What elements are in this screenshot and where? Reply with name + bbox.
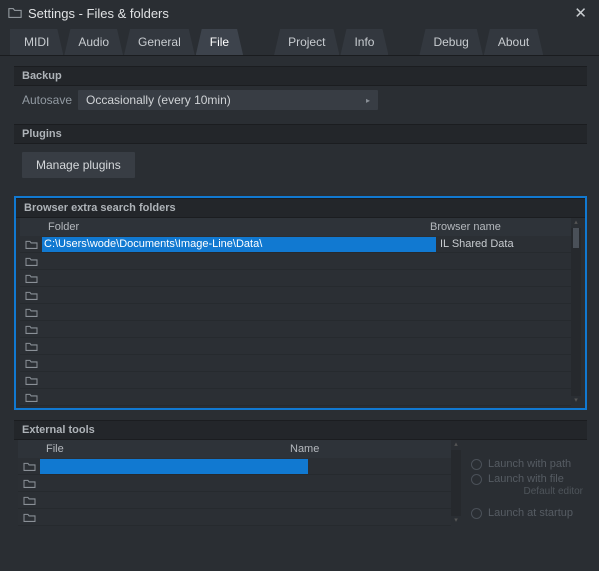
browser-folder-row[interactable] [20,321,571,338]
col-ext-name: Name [286,443,441,455]
launch-with-file-option[interactable]: Launch with file [471,473,583,485]
folder-path [42,373,436,388]
close-icon[interactable]: ✕ [570,2,591,24]
col-folder: Folder [20,221,426,233]
browser-folder-row[interactable] [20,372,571,389]
external-tools-list[interactable]: File Name [18,440,451,526]
autosave-label: Autosave [22,93,72,107]
radio-icon [471,459,482,470]
launch-at-startup-option[interactable]: Launch at startup [471,507,583,519]
browser-folder-row[interactable] [20,389,571,406]
folder-path [42,322,436,337]
folder-path: C:\Users\wode\Documents\Image-Line\Data\ [42,237,436,252]
radio-icon [471,508,482,519]
scroll-down-icon[interactable]: ▾ [571,396,581,406]
external-tool-row[interactable] [18,492,451,509]
external-options: Launch with path Launch with file Defaul… [471,440,583,526]
folder-path [42,356,436,371]
folder-icon [20,392,42,403]
folder-icon [20,239,42,250]
external-list-header: File Name [18,440,451,458]
section-browser: Browser extra search folders Folder Brow… [14,196,587,410]
folder-path [42,339,436,354]
tool-file [40,510,308,525]
browser-list-header: Folder Browser name [20,218,571,236]
folder-icon [20,290,42,301]
browser-folder-row[interactable] [20,304,571,321]
folder-icon [20,324,42,335]
folder-path [42,271,436,286]
tool-file [40,476,308,491]
autosave-dropdown[interactable]: Occasionally (every 10min) ▸ [78,90,378,110]
col-file: File [18,443,286,455]
folder-path [42,305,436,320]
external-scrollbar[interactable]: ▴ ▾ [451,440,461,526]
folder-icon [20,307,42,318]
tool-file [40,493,308,508]
section-title-browser: Browser extra search folders [16,198,585,218]
section-external: External tools File Name ▴ ▾ [14,420,587,526]
browser-scrollbar[interactable]: ▴ ▾ [571,218,581,406]
section-backup: Backup Autosave Occasionally (every 10mi… [14,66,587,114]
browser-name: IL Shared Data [436,238,571,250]
folder-icon [20,358,42,369]
folder-icon [18,461,40,472]
default-editor-label: Default editor [471,486,583,497]
chevron-right-icon: ▸ [366,96,370,105]
browser-folder-row[interactable] [20,270,571,287]
folder-path [42,390,436,405]
launch-with-path-option[interactable]: Launch with path [471,458,583,470]
folder-path [42,254,436,269]
folder-icon [20,256,42,267]
folder-icon [8,6,22,20]
browser-folder-row[interactable] [20,287,571,304]
browser-folder-row[interactable] [20,253,571,270]
folder-icon [18,478,40,489]
section-title-external: External tools [14,420,587,440]
tab-bar: MIDI Audio General File Project Info Deb… [0,26,599,56]
autosave-value: Occasionally (every 10min) [86,93,231,107]
folder-icon [18,512,40,523]
external-tool-row[interactable] [18,509,451,526]
scroll-thumb[interactable] [573,228,579,248]
radio-icon [471,474,482,485]
browser-folder-row[interactable]: C:\Users\wode\Documents\Image-Line\Data\… [20,236,571,253]
scroll-up-icon[interactable]: ▴ [571,218,581,228]
folder-icon [18,495,40,506]
tab-midi[interactable]: MIDI [10,29,63,55]
tab-general[interactable]: General [124,29,195,55]
tab-file[interactable]: File [196,29,243,55]
folder-icon [20,341,42,352]
tab-debug[interactable]: Debug [419,29,482,55]
external-tool-row[interactable] [18,475,451,492]
tab-info[interactable]: Info [340,29,388,55]
tab-project[interactable]: Project [274,29,339,55]
browser-folder-row[interactable] [20,338,571,355]
tool-file [40,459,308,474]
scroll-up-icon[interactable]: ▴ [451,440,461,450]
window-title: Settings - Files & folders [28,6,169,21]
section-plugins: Plugins Manage plugins [14,124,587,186]
section-title-plugins: Plugins [14,124,587,144]
folder-path [42,288,436,303]
tab-audio[interactable]: Audio [64,29,123,55]
folder-icon [20,375,42,386]
scroll-down-icon[interactable]: ▾ [451,516,461,526]
folder-icon [20,273,42,284]
manage-plugins-button[interactable]: Manage plugins [22,152,135,178]
col-browser-name: Browser name [426,221,561,233]
browser-folder-row[interactable] [20,355,571,372]
section-title-backup: Backup [14,66,587,86]
titlebar: Settings - Files & folders ✕ [0,0,599,26]
browser-folder-list[interactable]: Folder Browser name C:\Users\wode\Docume… [20,218,571,406]
external-tool-row[interactable] [18,458,451,475]
tab-about[interactable]: About [484,29,543,55]
